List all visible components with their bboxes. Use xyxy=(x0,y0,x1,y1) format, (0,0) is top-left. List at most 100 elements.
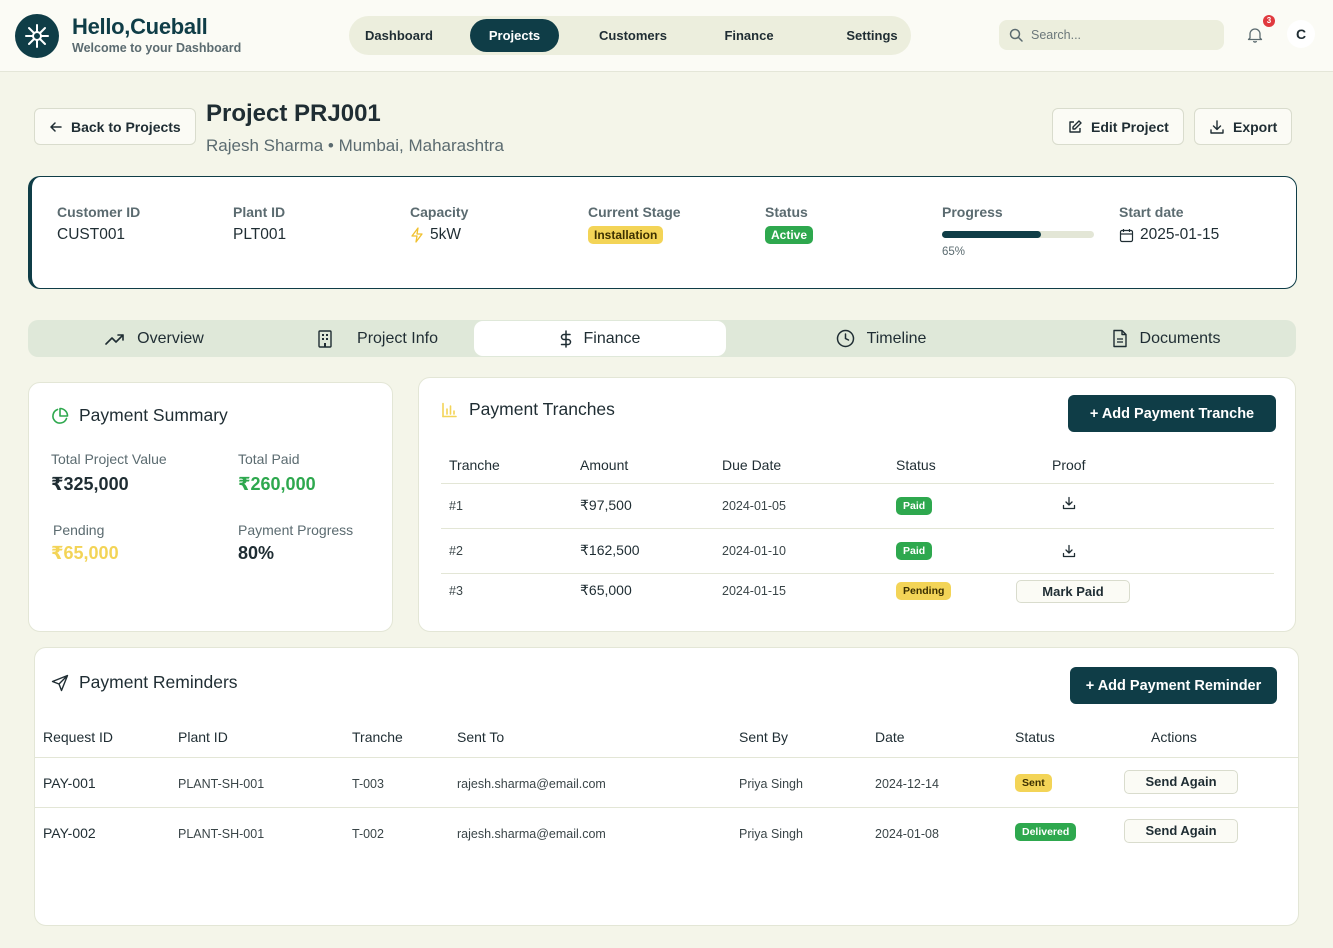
tranche-amount: ₹162,500 xyxy=(580,542,640,558)
add-payment-reminder-button[interactable]: + Add Payment Reminder xyxy=(1070,667,1277,704)
total-value-label: Total Project Value xyxy=(51,451,167,467)
tab-finance[interactable]: Finance xyxy=(474,321,726,356)
payment-tranches-card: Payment Tranches + Add Payment Tranche T… xyxy=(418,377,1296,632)
nav-customers[interactable]: Customers xyxy=(585,19,681,52)
mark-paid-button[interactable]: Mark Paid xyxy=(1016,580,1130,603)
payment-reminders-card: Payment Reminders + Add Payment Reminder… xyxy=(34,647,1299,926)
clock-icon xyxy=(836,329,854,348)
reminder-status-badge: Delivered xyxy=(1015,823,1077,841)
table-divider xyxy=(35,807,1298,808)
status-badge-wrap: Active xyxy=(765,226,814,244)
payment-reminders-title: Payment Reminders xyxy=(79,672,238,692)
col-status: Status xyxy=(896,457,936,473)
export-label: Export xyxy=(1233,118,1278,135)
tranche-due: 2024-01-10 xyxy=(722,544,786,558)
table-divider xyxy=(441,483,1274,484)
nav-dashboard[interactable]: Dashboard xyxy=(353,19,445,52)
greeting-title: Hello,Cueball xyxy=(72,14,208,39)
payment-tranches-title: Payment Tranches xyxy=(469,399,615,419)
document-icon xyxy=(1112,329,1127,348)
start-date-group: 2025-01-15 xyxy=(1119,226,1219,244)
tranche-id: #3 xyxy=(449,584,463,598)
progress-label: Progress xyxy=(942,204,1003,220)
top-header: Hello,Cueball Welcome to your Dashboard … xyxy=(0,0,1333,72)
logo[interactable] xyxy=(15,14,59,58)
tab-project-info[interactable]: Project Info xyxy=(281,321,474,356)
col-tranche: Tranche xyxy=(352,729,403,745)
payment-tranches-header: Payment Tranches xyxy=(441,399,615,420)
col-status: Status xyxy=(1015,729,1055,745)
main-nav: Dashboard Projects Customers Finance Set… xyxy=(349,16,911,55)
send-again-button[interactable]: Send Again xyxy=(1124,770,1238,794)
export-button[interactable]: Export xyxy=(1194,108,1293,145)
start-date-value: 2025-01-15 xyxy=(1140,226,1220,243)
tab-documents[interactable]: Documents xyxy=(1036,321,1296,356)
reminder-request-id: PAY-001 xyxy=(43,775,96,791)
stage-badge-wrap: Installation xyxy=(588,226,664,244)
tab-timeline[interactable]: Timeline xyxy=(726,321,1036,356)
plant-id-label: Plant ID xyxy=(233,204,286,220)
reminder-sent-to: rajesh.sharma@email.com xyxy=(457,827,606,841)
tab-overview[interactable]: Overview xyxy=(28,321,281,356)
tranche-id: #1 xyxy=(449,499,463,513)
tranche-due: 2024-01-15 xyxy=(722,584,786,598)
pie-chart-icon xyxy=(52,407,69,424)
greeting-subtitle: Welcome to your Dashboard xyxy=(72,41,242,55)
send-icon xyxy=(51,674,69,691)
calendar-icon xyxy=(1119,228,1134,242)
nav-finance[interactable]: Finance xyxy=(706,19,792,52)
reminder-plant-id: PLANT-SH-001 xyxy=(178,827,265,841)
plant-id-value: PLT001 xyxy=(233,226,287,243)
reminder-request-id: PAY-002 xyxy=(43,825,96,841)
tranche-amount: ₹65,000 xyxy=(580,582,632,598)
payment-progress-label: Payment Progress xyxy=(238,522,354,538)
tranche-amount: ₹97,500 xyxy=(580,497,632,513)
progress-text: 65% xyxy=(942,246,966,258)
col-request-id: Request ID xyxy=(43,729,114,745)
bell-icon[interactable] xyxy=(1246,26,1264,44)
customer-id-label: Customer ID xyxy=(57,204,141,220)
progress-bar-fill xyxy=(942,231,1041,238)
start-date-label: Start date xyxy=(1119,204,1184,220)
trending-up-icon xyxy=(105,333,124,345)
col-amount: Amount xyxy=(580,457,629,473)
payment-reminders-header: Payment Reminders xyxy=(51,672,238,693)
search-box xyxy=(999,20,1224,50)
reminder-sent-by: Priya Singh xyxy=(739,827,803,841)
payment-summary-title: Payment Summary xyxy=(79,405,228,425)
back-to-projects-button[interactable]: Back to Projects xyxy=(34,108,196,145)
download-proof-icon[interactable] xyxy=(1062,544,1076,558)
avatar[interactable]: C xyxy=(1287,20,1315,48)
capacity-label: Capacity xyxy=(410,204,469,220)
reminder-date: 2024-12-14 xyxy=(875,777,939,791)
page-title: Project PRJ001 xyxy=(206,100,381,127)
stage-label: Current Stage xyxy=(588,204,681,220)
building-icon xyxy=(318,329,332,348)
tab-documents-label: Documents xyxy=(1139,329,1221,347)
edit-project-button[interactable]: Edit Project xyxy=(1052,108,1184,145)
nav-settings[interactable]: Settings xyxy=(829,19,915,52)
notification-badge: 3 xyxy=(1263,15,1275,27)
tranche-status-badge: Paid xyxy=(896,542,933,560)
search-input[interactable] xyxy=(1031,28,1211,42)
reminder-plant-id: PLANT-SH-001 xyxy=(178,777,265,791)
payment-progress-value: 80% xyxy=(238,543,275,563)
search-icon xyxy=(1009,28,1023,42)
reminder-sent-to: rajesh.sharma@email.com xyxy=(457,777,606,791)
edit-icon xyxy=(1069,119,1082,133)
project-tabs: Overview Project Info Finance Timeline D… xyxy=(28,320,1296,357)
progress-bar xyxy=(942,231,1094,238)
tranche-id: #2 xyxy=(449,544,463,558)
download-proof-icon[interactable] xyxy=(1062,496,1076,510)
status-badge: Active xyxy=(765,226,814,244)
col-sent-by: Sent By xyxy=(739,729,789,745)
send-again-button[interactable]: Send Again xyxy=(1124,819,1238,843)
col-plant-id: Plant ID xyxy=(178,729,228,745)
download-icon xyxy=(1210,119,1224,134)
tranche-status-badge: Paid xyxy=(896,497,933,515)
add-payment-tranche-button[interactable]: + Add Payment Tranche xyxy=(1068,395,1276,432)
nav-projects[interactable]: Projects xyxy=(470,19,559,52)
edit-label: Edit Project xyxy=(1091,118,1169,135)
tranche-status-badge: Pending xyxy=(896,582,952,600)
reminder-tranche: T-002 xyxy=(352,827,384,841)
